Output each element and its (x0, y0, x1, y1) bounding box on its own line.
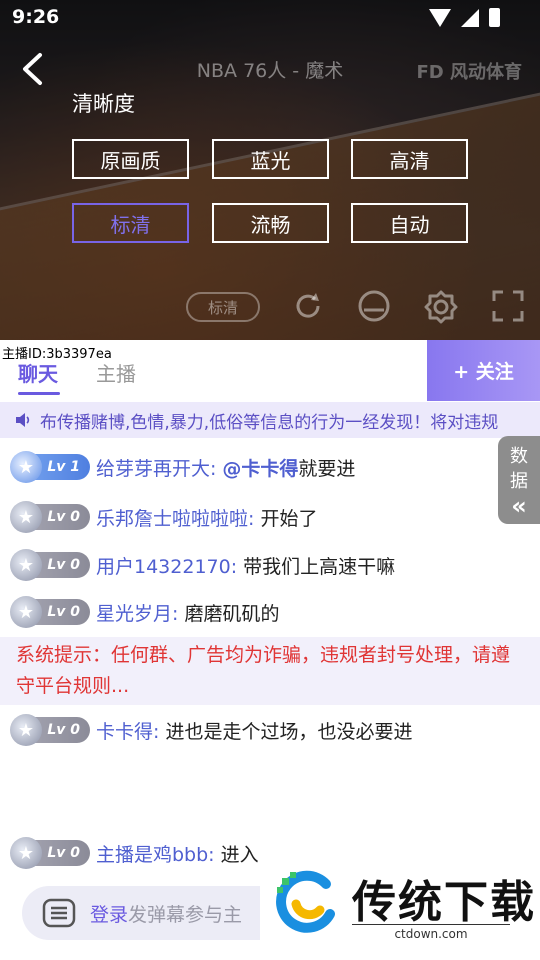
quality-hd-button[interactable]: 高清 (351, 139, 468, 179)
star-icon: ★ (10, 596, 42, 628)
level-badge: ★ Lv 0 (10, 596, 90, 628)
danmaku-toggle-icon[interactable] (356, 290, 392, 322)
quality-auto-button[interactable]: 自动 (351, 203, 468, 243)
current-quality-pill[interactable]: 标清 (186, 292, 260, 322)
chat-message: ★ Lv 0 卡卡得: 进也是走个过场，也没必要进 (10, 713, 413, 747)
chat-message: ★ Lv 0 用户14322170: 带我们上高速干嘛 (10, 548, 396, 582)
tab-chat[interactable]: 聊天 (18, 358, 58, 387)
announcement-text: 布传播赌博,色情,暴力,低俗等信息的行为一经发现！将对违规 (40, 412, 499, 433)
data-tab-char-1: 数 (510, 446, 528, 467)
chat-text: 磨磨矶矶的 (178, 602, 280, 625)
chat-text: 开始了 (254, 507, 318, 530)
data-panel-tab[interactable]: 数 据 « (498, 436, 540, 524)
chat-mention[interactable]: @卡卡得 (222, 454, 298, 481)
status-bar: 9:26 (0, 0, 540, 36)
wifi-icon (429, 8, 451, 27)
chat-message: ★ Lv 0 乐邦詹士啦啦啦啦: 开始了 (10, 500, 318, 534)
star-icon: ★ (10, 451, 42, 483)
level-badge: ★ Lv 0 (10, 501, 90, 533)
battery-icon (489, 8, 500, 27)
level-badge: ★ Lv 0 (10, 837, 90, 869)
double-chevron-left-icon: « (511, 492, 527, 520)
level-badge: ★ Lv 1 (10, 451, 90, 483)
chat-text: 进入 (214, 843, 259, 866)
announcement-marquee: 布传播赌博,色情,暴力,低俗等信息的行为一经发现！将对违规 (0, 402, 540, 438)
tab-anchor[interactable]: 主播 (96, 358, 136, 387)
fullscreen-icon[interactable] (492, 290, 524, 322)
chat-message: ★ Lv 0 星光岁月: 磨磨矶矶的 (10, 595, 280, 629)
video-player[interactable]: 9:26 NBA 76人 - 魔术 FD 风动体育 清晰度 原画质 蓝光 高清 … (0, 0, 540, 340)
chat-text: 就要进 (298, 457, 356, 480)
login-link[interactable]: 登录 (90, 900, 128, 927)
clarity-label: 清晰度 (72, 92, 135, 116)
watermark-logo-url: ctdown.com (352, 924, 510, 941)
status-time: 9:26 (12, 6, 60, 28)
star-icon: ★ (10, 549, 42, 581)
chat-username[interactable]: 主播是鸡bbb: (96, 840, 215, 867)
quality-bluray-button[interactable]: 蓝光 (212, 139, 329, 179)
watermark-logo-icon (276, 870, 335, 933)
star-icon: ★ (10, 501, 42, 533)
site-watermark-logo: 传统下载 ctdown.com (260, 860, 540, 960)
watermark-logo-name: 传统下载 (352, 877, 536, 928)
keyboard-icon[interactable] (42, 898, 76, 928)
speaker-icon (16, 413, 30, 427)
star-icon: ★ (10, 837, 42, 869)
level-badge: ★ Lv 0 (10, 714, 90, 746)
refresh-icon[interactable] (292, 290, 324, 322)
quality-original-button[interactable]: 原画质 (72, 139, 189, 179)
settings-gear-icon[interactable] (424, 290, 458, 324)
input-placeholder: 发弹幕参与主 (128, 903, 243, 926)
chat-text: 进也是走个过场，也没必要进 (159, 720, 413, 743)
follow-button[interactable]: + 关注 (427, 340, 540, 401)
data-tab-char-2: 据 (510, 471, 528, 492)
chat-username[interactable]: 星光岁月: (96, 599, 178, 626)
chat-username[interactable]: 用户14322170: (96, 552, 237, 579)
chat-message: ★ Lv 1 给芽芽再开大: @卡卡得 就要进 (10, 450, 356, 484)
system-notice: 系统提示：任何群、广告均为诈骗，违规者封号处理，请遵守平台规则... (0, 637, 540, 705)
chat-message: ★ Lv 0 主播是鸡bbb: 进入 (10, 836, 259, 870)
chat-username[interactable]: 乐邦詹士啦啦啦啦: (96, 504, 254, 531)
quality-sd-button[interactable]: 标清 (72, 203, 189, 243)
broadcaster-watermark: FD 风动体育 (416, 62, 522, 83)
chat-username[interactable]: 给芽芽再开大: (96, 454, 216, 481)
signal-icon (461, 8, 479, 27)
active-tab-indicator (18, 392, 60, 395)
star-icon: ★ (10, 714, 42, 746)
level-badge: ★ Lv 0 (10, 549, 90, 581)
chat-text: 带我们上高速干嘛 (237, 555, 396, 578)
quality-smooth-button[interactable]: 流畅 (212, 203, 329, 243)
chat-username[interactable]: 卡卡得: (96, 717, 159, 744)
